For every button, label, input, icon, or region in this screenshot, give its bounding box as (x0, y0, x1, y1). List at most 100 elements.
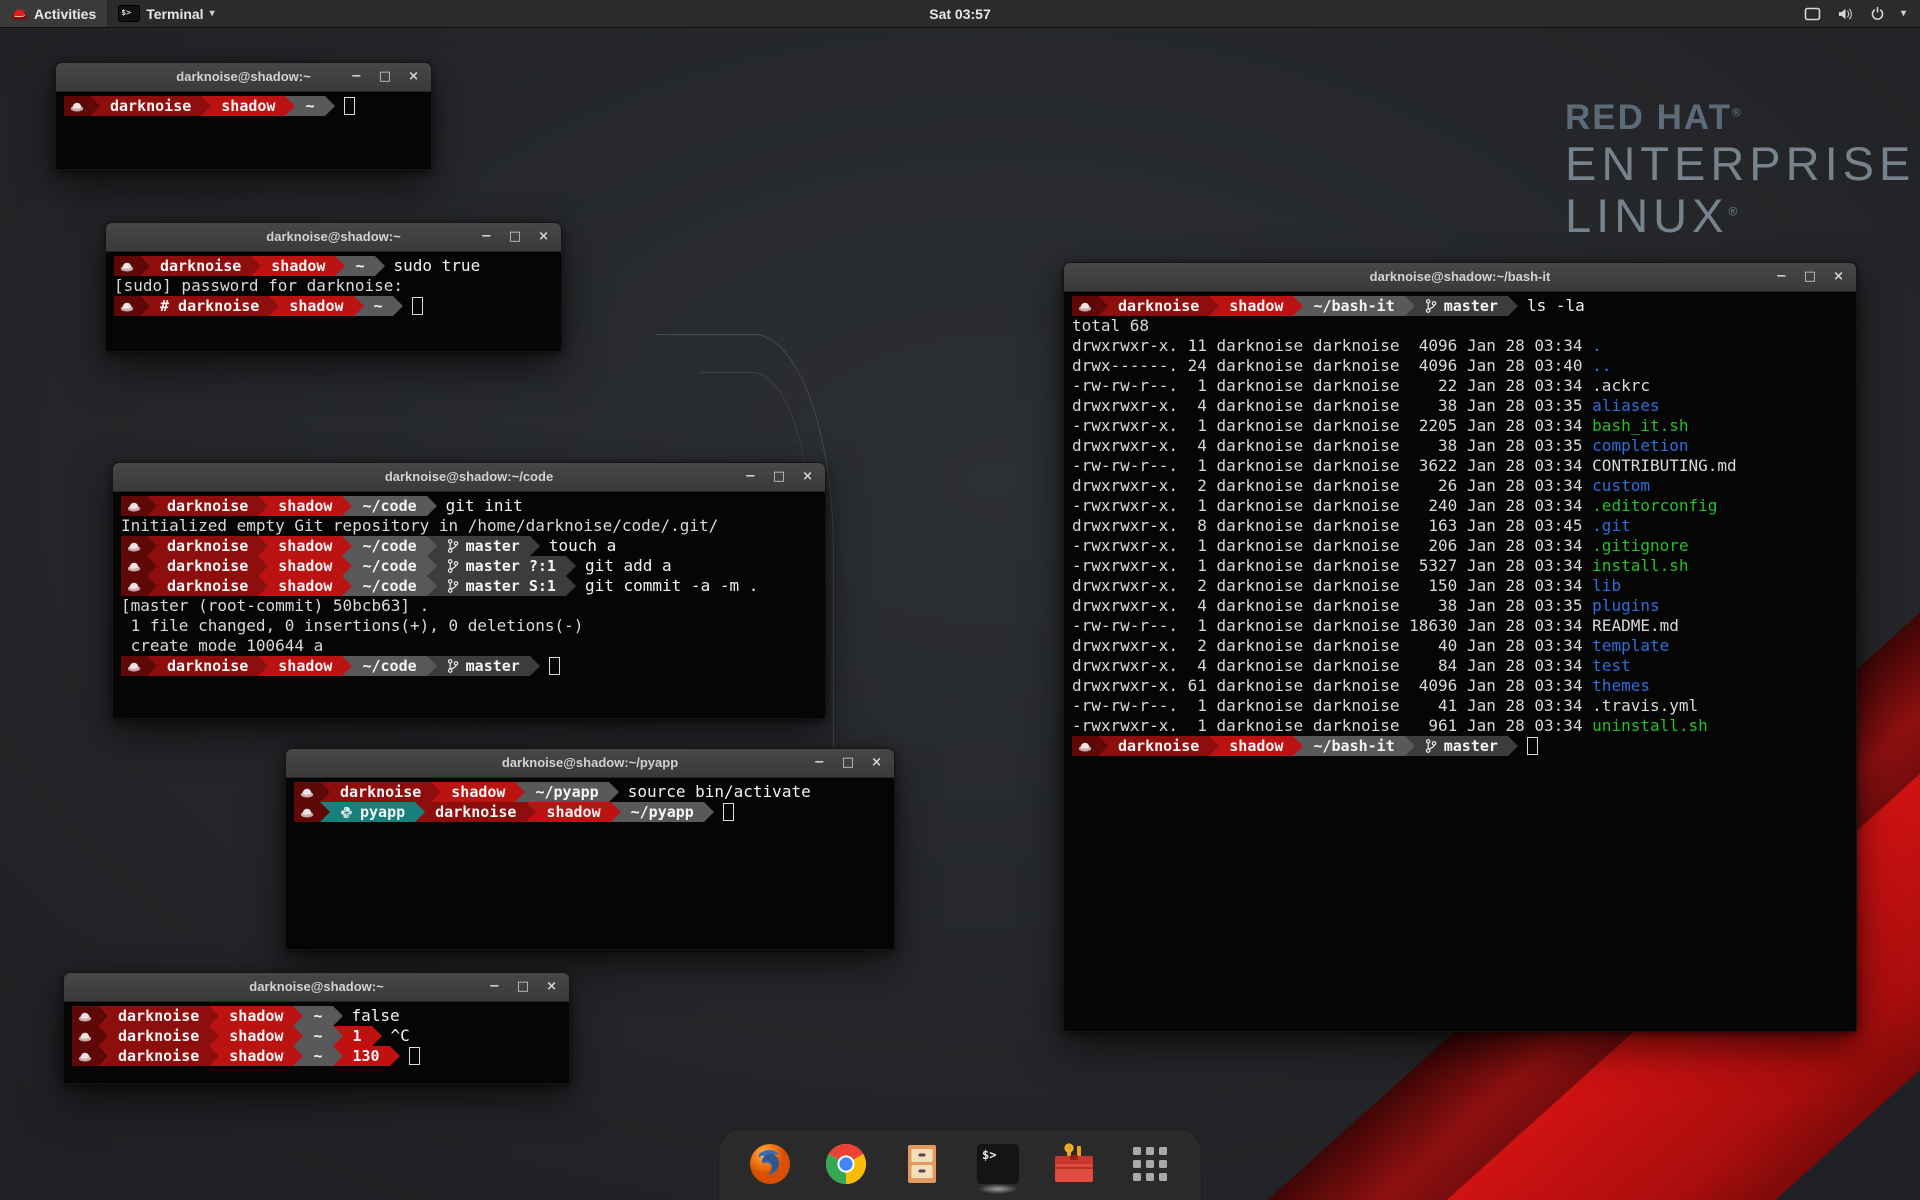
powerline-arrow (1209, 736, 1219, 756)
dock-item-files[interactable] (899, 1141, 945, 1187)
app-menu-button[interactable]: $> Terminal ▾ (107, 0, 225, 27)
terminal-screen[interactable]: darknoiseshadow~/bash-itmasterls -latota… (1064, 292, 1856, 760)
powerline-arrow (258, 576, 268, 596)
output-text: .editorconfig (1592, 496, 1717, 516)
window-titlebar[interactable]: darknoise@shadow:~ − □ × (64, 973, 569, 1002)
system-status-area[interactable]: ▾ (1790, 0, 1920, 27)
powerline-arrow (293, 1006, 303, 1026)
terminal-screen[interactable]: darknoiseshadow~sudo true[sudo] password… (106, 252, 561, 320)
prompt-segment: darknoise (157, 656, 258, 676)
dock-item-app-grid[interactable] (1127, 1141, 1173, 1187)
window-titlebar[interactable]: darknoise@shadow:~/bash-it − □ × (1064, 263, 1856, 292)
clock[interactable]: Sat 03:57 (918, 0, 1001, 27)
prompt-segment: ~/code (352, 576, 426, 596)
minimize-button[interactable]: − (481, 223, 492, 251)
powerline-arrow (209, 1006, 219, 1026)
close-button[interactable]: × (1833, 263, 1844, 291)
prompt-segment (121, 536, 147, 556)
terminal-line: -rw-rw-r--. 1 darknoise darknoise 41 Jan… (1072, 696, 1848, 716)
prompt-segment (72, 1026, 98, 1046)
prompt-segment: ~ (295, 96, 324, 116)
prompt-segment: shadow (261, 256, 335, 276)
prompt-segment: darknoise (100, 96, 201, 116)
redhat-icon (127, 581, 141, 592)
prompt-segment (121, 556, 147, 576)
terminal-screen[interactable]: darknoiseshadow~/codegit initInitialized… (113, 492, 825, 680)
terminal-window-home-small[interactable]: darknoise@shadow:~ − □ × darknoiseshadow… (55, 62, 432, 170)
dock: $> (718, 1129, 1202, 1200)
terminal-window-pyapp[interactable]: darknoise@shadow:~/pyapp − □ × darknoise… (285, 748, 895, 950)
powerline-arrow (1508, 296, 1518, 316)
maximize-button[interactable]: □ (517, 973, 529, 1001)
terminal-screen[interactable]: darknoiseshadow~falsedarknoiseshadow~1^C… (64, 1002, 569, 1070)
maximize-button[interactable]: □ (842, 749, 854, 777)
window-titlebar[interactable]: darknoise@shadow:~ − □ × (106, 223, 561, 252)
minimize-button[interactable]: − (351, 63, 362, 91)
window-titlebar[interactable]: darknoise@shadow:~ − □ × (56, 63, 431, 92)
terminal-screen[interactable]: darknoiseshadow~ (56, 92, 431, 120)
minimize-button[interactable]: − (745, 463, 756, 491)
dock-item-terminal[interactable]: $> (975, 1141, 1021, 1187)
dock-item-toolbox[interactable] (1051, 1141, 1097, 1187)
prompt-segment (1072, 736, 1098, 756)
dock-item-firefox[interactable] (747, 1141, 793, 1187)
activities-button[interactable]: Activities (0, 0, 107, 27)
close-button[interactable]: × (538, 223, 549, 251)
terminal-line: drwxrwxr-x. 11 darknoise darknoise 4096 … (1072, 336, 1848, 356)
git-branch-icon (447, 558, 459, 574)
powerline-arrow (293, 1046, 303, 1066)
redhat-icon (120, 301, 134, 312)
terminal-line: darknoiseshadow~/codegit init (121, 496, 817, 516)
minimize-button[interactable]: − (1776, 263, 1787, 291)
terminal-line: 1 file changed, 0 insertions(+), 0 delet… (121, 616, 817, 636)
output-text: -rw-rw-r--. 1 darknoise darknoise 3622 J… (1072, 456, 1592, 476)
close-button[interactable]: × (802, 463, 813, 491)
terminal-line: drwxrwxr-x. 2 darknoise darknoise 26 Jan… (1072, 476, 1848, 496)
terminal-window-bash-it[interactable]: darknoise@shadow:~/bash-it − □ × darknoi… (1063, 262, 1857, 1032)
output-text: drwxrwxr-x. 4 darknoise darknoise 38 Jan… (1072, 436, 1592, 456)
output-text: create mode 100644 a (121, 636, 323, 656)
terminal-line: drwx------. 24 darknoise darknoise 4096 … (1072, 356, 1848, 376)
prompt-segment (121, 656, 147, 676)
close-button[interactable]: × (408, 63, 419, 91)
prompt-segment: ~/pyapp (621, 802, 704, 822)
terminal-window-sudo[interactable]: darknoise@shadow:~ − □ × darknoiseshadow… (105, 222, 562, 352)
close-button[interactable]: × (546, 973, 557, 1001)
maximize-button[interactable]: □ (1804, 263, 1816, 291)
output-text: .. (1592, 356, 1611, 376)
terminal-line: -rwxrwxr-x. 1 darknoise darknoise 5327 J… (1072, 556, 1848, 576)
powerline-arrow (333, 1006, 343, 1026)
window-title: darknoise@shadow:~ (156, 63, 331, 91)
output-text: completion (1592, 436, 1688, 456)
powerline-arrow (611, 802, 621, 822)
maximize-button[interactable]: □ (509, 223, 521, 251)
powerline-arrow (258, 556, 268, 576)
prompt-segment: darknoise (157, 496, 258, 516)
minimize-button[interactable]: − (489, 973, 500, 1001)
prompt-segment: shadow (536, 802, 610, 822)
minimize-button[interactable]: − (814, 749, 825, 777)
dock-item-chrome[interactable] (823, 1141, 869, 1187)
maximize-button[interactable]: □ (773, 463, 785, 491)
terminal-line: [sudo] password for darknoise: (114, 276, 553, 296)
window-titlebar[interactable]: darknoise@shadow:~/pyapp − □ × (286, 749, 894, 778)
terminal-line: drwxrwxr-x. 8 darknoise darknoise 163 Ja… (1072, 516, 1848, 536)
terminal-screen[interactable]: darknoiseshadow~/pyappsource bin/activat… (286, 778, 894, 826)
output-text: test (1592, 656, 1631, 676)
terminal-line: drwxrwxr-x. 4 darknoise darknoise 38 Jan… (1072, 436, 1848, 456)
terminal-window-code[interactable]: darknoise@shadow:~/code − □ × darknoises… (112, 462, 826, 719)
output-text: -rw-rw-r--. 1 darknoise darknoise 22 Jan… (1072, 376, 1592, 396)
terminal-cursor (1527, 737, 1538, 755)
maximize-button[interactable]: □ (379, 63, 391, 91)
running-indicator (978, 1184, 1018, 1194)
powerline-arrow (1098, 736, 1108, 756)
window-titlebar[interactable]: darknoise@shadow:~/code − □ × (113, 463, 825, 492)
output-text: bash_it.sh (1592, 416, 1688, 436)
terminal-window-exitcodes[interactable]: darknoise@shadow:~ − □ × darknoiseshadow… (63, 972, 570, 1084)
window-title: darknoise@shadow:~ (164, 973, 469, 1001)
close-button[interactable]: × (871, 749, 882, 777)
redhat-icon (300, 787, 314, 798)
git-branch-icon (447, 538, 459, 554)
powerline-arrow (515, 782, 525, 802)
prompt-segment: darknoise (157, 536, 258, 556)
